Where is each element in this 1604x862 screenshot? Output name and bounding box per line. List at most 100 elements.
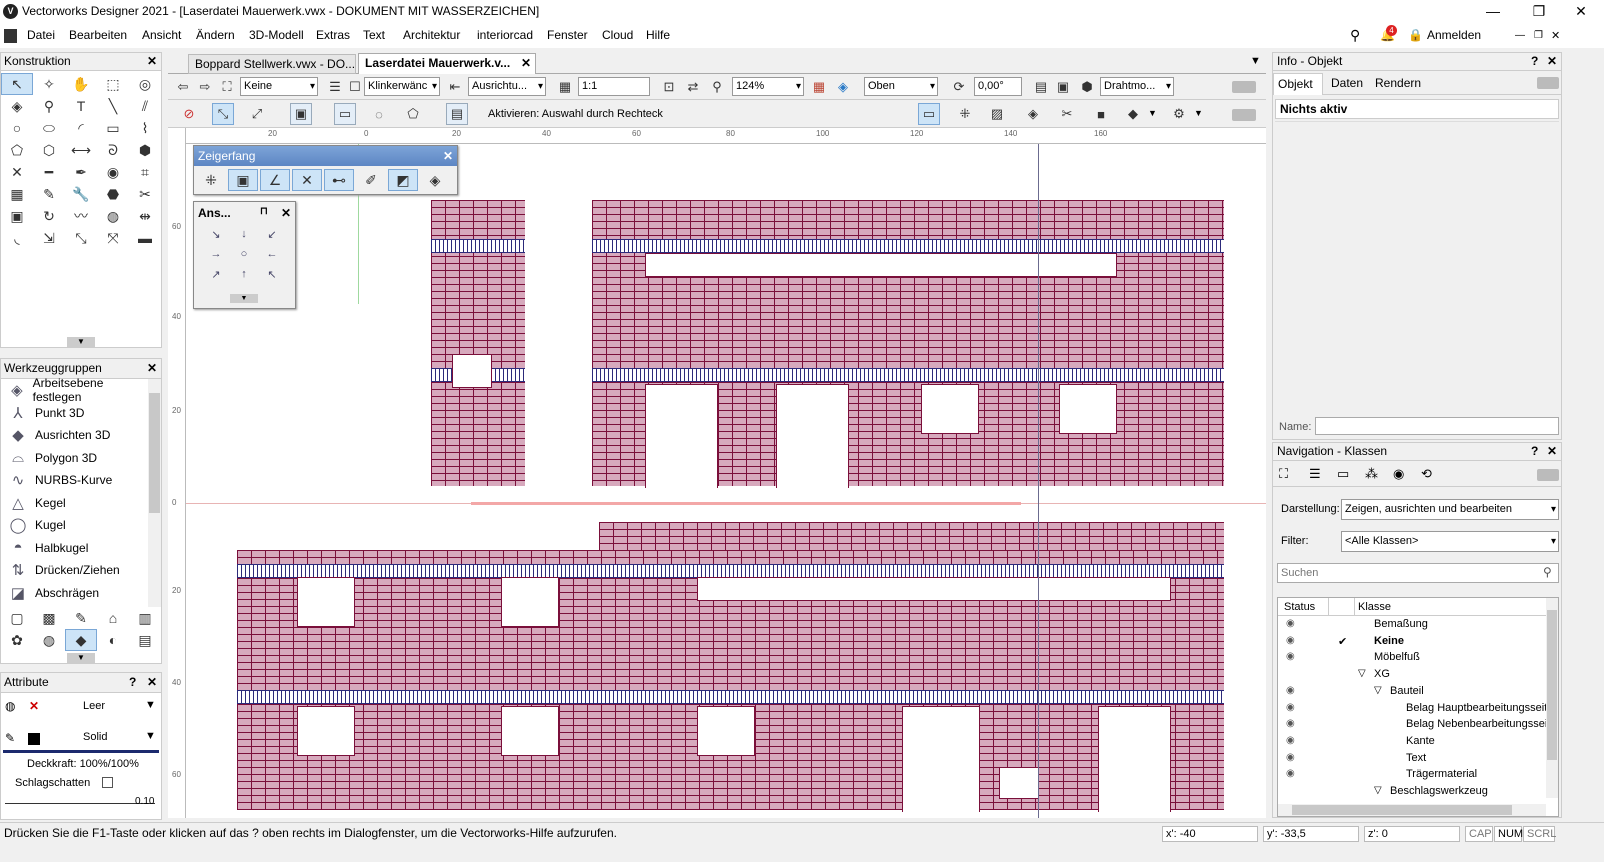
- eye-icon[interactable]: ◉: [1286, 768, 1295, 779]
- zoom-icon[interactable]: ⚲: [706, 76, 728, 98]
- fill-style-value[interactable]: Leer: [83, 700, 105, 712]
- menu-bearbeiten[interactable]: Bearbeiten: [69, 28, 127, 42]
- signin-link[interactable]: Anmelden: [1427, 28, 1481, 42]
- sheet-set-icon[interactable]: ▤: [129, 629, 161, 651]
- pan-tool-icon[interactable]: ✋: [65, 73, 97, 95]
- class-dropdown[interactable]: Klinkerwänc: [364, 77, 440, 96]
- eye-icon[interactable]: ◉: [1286, 735, 1295, 746]
- grid-view-icon[interactable]: ▦: [808, 76, 830, 98]
- angle-field[interactable]: 0,00°: [974, 77, 1022, 96]
- menu-cloud[interactable]: Cloud: [602, 28, 633, 42]
- close-icon[interactable]: ✕: [147, 675, 157, 689]
- layers-tab-icon[interactable]: ☰: [1309, 466, 1321, 482]
- extrude-tool-icon[interactable]: ⬢: [129, 139, 161, 161]
- view-iso-back-right-icon[interactable]: ↖: [258, 268, 286, 288]
- fillet-tool-icon[interactable]: ◟: [1, 227, 33, 249]
- transform-mode-icon[interactable]: ⤡: [212, 103, 234, 125]
- mdi-close-button[interactable]: ✕: [1551, 29, 1560, 42]
- grid-tool-icon[interactable]: ▦: [1, 183, 33, 205]
- wrench-tool-icon[interactable]: 🔧: [65, 183, 97, 205]
- list-item[interactable]: ◯ Kugel: [1, 514, 147, 537]
- stair-tool-icon[interactable]: ▬: [129, 227, 161, 249]
- eye-icon[interactable]: ◉: [1286, 685, 1295, 696]
- viewport-icon[interactable]: ▣: [1052, 76, 1074, 98]
- line-weight-slider[interactable]: [5, 803, 155, 804]
- menu-extras[interactable]: Extras: [316, 28, 350, 42]
- drawing-canvas[interactable]: [186, 144, 1266, 818]
- view-top-icon[interactable]: ○: [230, 248, 258, 268]
- view-left-icon[interactable]: →: [202, 248, 230, 268]
- dimension-tool-icon[interactable]: ⟷: [65, 139, 97, 161]
- close-icon[interactable]: ✕: [1547, 54, 1557, 68]
- line-tool-icon[interactable]: ╲: [97, 95, 129, 117]
- text-tool-icon[interactable]: T: [65, 95, 97, 117]
- expand-toggle-icon[interactable]: ▽: [1374, 685, 1382, 696]
- scale-field[interactable]: 1:1: [578, 77, 650, 96]
- rectangle-tool-icon[interactable]: ▭: [97, 117, 129, 139]
- lasso-select-icon[interactable]: ◌: [368, 103, 390, 125]
- horizontal-scrollbar[interactable]: [1278, 804, 1546, 816]
- close-tab-icon[interactable]: ✕: [521, 56, 531, 70]
- symbols-tab-icon[interactable]: ⟲: [1421, 466, 1432, 482]
- forward-icon[interactable]: ⇨: [194, 76, 216, 98]
- list-item[interactable]: ⌓ Polygon 3D: [1, 447, 147, 470]
- polygon-select-icon[interactable]: ⬠: [402, 103, 424, 125]
- tab-mauerwerk[interactable]: Laserdatei Mauerwerk.v... ✕: [358, 53, 536, 74]
- collapse-button[interactable]: [1537, 469, 1559, 481]
- snap-angle-icon[interactable]: ∠: [260, 169, 290, 191]
- fit-view-icon[interactable]: ⊡: [658, 76, 680, 98]
- orbit-tool-icon[interactable]: ◎: [129, 73, 161, 95]
- col-status[interactable]: Status: [1284, 601, 1315, 613]
- double-line-tool-icon[interactable]: ⫽: [129, 95, 161, 117]
- table-row[interactable]: ◉ Belag Hauptbearbeitungsseit: [1278, 702, 1547, 719]
- menu-ansicht[interactable]: Ansicht: [142, 28, 181, 42]
- layer-dropdown[interactable]: Keine: [240, 77, 318, 96]
- filter-dropdown[interactable]: <Alle Klassen>: [1341, 531, 1559, 552]
- marquee-icon[interactable]: ▤: [446, 103, 468, 125]
- table-row[interactable]: ◉ Bemaßung: [1278, 618, 1546, 635]
- close-icon[interactable]: ✕: [147, 361, 157, 375]
- snap-workplane-icon[interactable]: ◈: [420, 169, 450, 191]
- search-icon[interactable]: ⚲: [1350, 27, 1360, 44]
- chevron-down-icon[interactable]: ▼: [145, 699, 156, 711]
- menu-aendern[interactable]: Ändern: [196, 28, 235, 42]
- collapse-button[interactable]: [1537, 77, 1559, 89]
- gear-icon[interactable]: ⚙: [1168, 103, 1190, 125]
- table-row[interactable]: ◉ Trägermaterial: [1278, 768, 1546, 785]
- views-tab-icon[interactable]: ⁂: [1365, 466, 1378, 482]
- menu-datei[interactable]: Datei: [27, 28, 55, 42]
- tab-daten[interactable]: Daten: [1331, 76, 1363, 90]
- chevron-down-icon[interactable]: ▼: [1250, 55, 1261, 67]
- snap-intersection-icon[interactable]: ✕: [292, 169, 322, 191]
- zoom-previous-icon[interactable]: ⇄: [682, 76, 704, 98]
- list-item[interactable]: ⇅ Drücken/Ziehen: [1, 559, 147, 582]
- mdi-minimize-button[interactable]: —: [1515, 30, 1525, 41]
- table-row[interactable]: ◉ Kante: [1278, 735, 1546, 752]
- magic-wand-tool-icon[interactable]: ✧: [33, 73, 65, 95]
- search-input[interactable]: [1277, 563, 1559, 583]
- oval-tool-icon[interactable]: ⬭: [33, 117, 65, 139]
- wall-panel[interactable]: [599, 522, 1224, 552]
- col-klasse[interactable]: Klasse: [1358, 601, 1391, 613]
- eye-icon[interactable]: ◉: [1286, 752, 1295, 763]
- menu-architektur[interactable]: Architektur: [403, 28, 460, 42]
- list-item[interactable]: ∿ NURBS-Kurve: [1, 469, 147, 492]
- delete-tool-icon[interactable]: ✕: [1, 161, 33, 183]
- x-coordinate[interactable]: x': -40: [1162, 826, 1258, 842]
- paint-bucket-icon[interactable]: ◆: [1122, 103, 1144, 125]
- eye-icon[interactable]: ◉: [1286, 718, 1295, 729]
- eye-icon[interactable]: ◉: [1286, 618, 1295, 629]
- tab-objekt[interactable]: Objekt: [1273, 73, 1323, 95]
- scrollbar-thumb[interactable]: [1292, 805, 1512, 815]
- tab-rendern[interactable]: Rendern: [1375, 76, 1421, 90]
- tab-boppard[interactable]: Boppard Stellwerk.vwx - DO...: [188, 54, 356, 74]
- classes-tab-icon[interactable]: ⛶: [1279, 466, 1288, 482]
- chevron-down-icon[interactable]: ▼: [1148, 108, 1157, 118]
- landscape-set-icon[interactable]: ✿: [1, 629, 33, 651]
- close-icon[interactable]: ✕: [1547, 444, 1557, 458]
- selection-tool-icon[interactable]: ↖: [1, 73, 33, 95]
- opacity-label[interactable]: Deckkraft: 100%/100%: [27, 758, 139, 770]
- help-icon[interactable]: ?: [1531, 54, 1538, 68]
- eraser-tool-icon[interactable]: ⬣: [97, 183, 129, 205]
- move-tool-icon[interactable]: ⤧: [97, 227, 129, 249]
